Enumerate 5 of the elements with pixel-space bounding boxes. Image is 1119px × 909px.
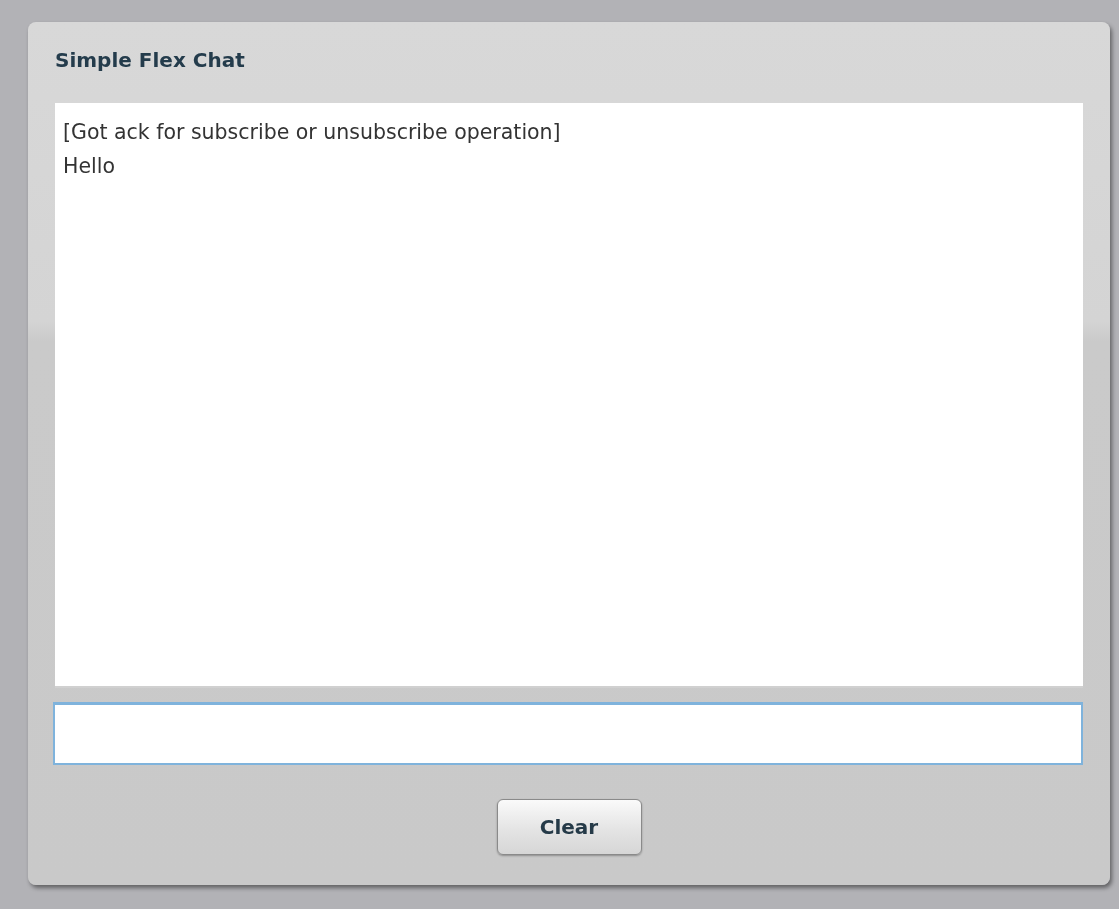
chat-message: Hello xyxy=(63,153,116,180)
message-input-field[interactable] xyxy=(53,702,1083,765)
chat-message: [Got ack for subscribe or unsubscribe operation] xyxy=(63,119,562,146)
panel-title: Simple Flex Chat xyxy=(55,47,246,74)
clear-button[interactable]: Clear xyxy=(496,799,642,855)
